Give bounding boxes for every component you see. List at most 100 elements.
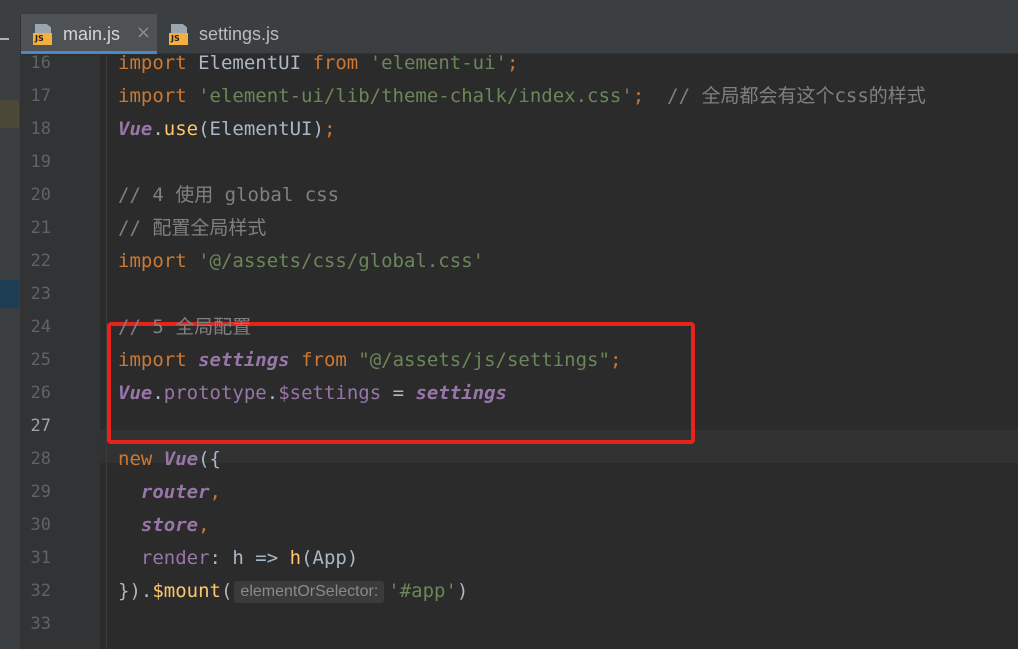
code-line[interactable]: Vue.use(ElementUI); [118, 113, 335, 146]
code-token: 'element-ui' [369, 55, 507, 74]
code-token: settings [198, 349, 290, 371]
code-line[interactable]: // 配置全局样式 [118, 212, 266, 245]
code-token: import [118, 55, 187, 74]
js-file-icon: JS [169, 23, 190, 45]
code-token: . [152, 382, 164, 404]
minimize-dash-icon[interactable] [0, 38, 9, 40]
code-token: $mount [152, 580, 221, 602]
code-line[interactable]: store, [118, 509, 210, 542]
code-token: ({ [198, 448, 221, 470]
code-token: "@/assets/js/settings" [358, 349, 610, 371]
code-token: ; [506, 55, 519, 74]
tab-label: main.js [63, 23, 121, 44]
code-token: , [198, 514, 210, 536]
code-token: use [163, 118, 199, 140]
code-line[interactable]: import 'element-ui/lib/theme-chalk/index… [118, 80, 926, 113]
code-line[interactable]: new Vue({ [118, 443, 221, 476]
code-token: ( [220, 580, 233, 602]
code-line[interactable]: import ElementUI from 'element-ui'; [118, 55, 518, 80]
tab-label: settings.js [199, 23, 280, 44]
code-token: import [118, 250, 187, 272]
code-editor[interactable]: import ElementUI from 'element-ui'; impor… [100, 55, 1018, 649]
code-token: render [140, 547, 210, 569]
code-token: // 全局都会有这个css的样式 [667, 85, 926, 107]
js-file-icon: JS [33, 23, 54, 45]
code-token: // 4 使用 global css [118, 184, 340, 206]
code-token: Vue [163, 448, 199, 470]
line-number-gutter[interactable]: 16 17 18 19 20 21 22 23 24 25 26 27 28 29 30 31 32 33 [21, 53, 115, 649]
code-token: import [118, 85, 187, 107]
line-number: 22 [30, 251, 51, 271]
code-token: '#app' [388, 580, 457, 602]
code-token: from [312, 55, 359, 74]
code-token: . [266, 382, 279, 404]
code-token: settings [415, 382, 507, 404]
line-number: 21 [30, 218, 51, 238]
line-number: 19 [30, 152, 51, 172]
code-line[interactable]: Vue.prototype.$settings = settings [118, 377, 507, 410]
code-token: ; [609, 349, 622, 371]
code-token: . [152, 118, 164, 140]
code-token: new [118, 448, 153, 470]
line-number: 18 [30, 119, 51, 139]
code-token: (ElementUI) [198, 118, 324, 140]
code-token: ; [632, 85, 645, 107]
code-token: ElementUI [186, 55, 313, 74]
code-line[interactable]: router, [118, 476, 221, 509]
editor-tab-bar: JS main.js × JS settings.js [21, 14, 1018, 54]
code-line[interactable]: // 4 使用 global css [118, 179, 339, 212]
code-token: Vue [118, 118, 153, 140]
tool-strip-marker [0, 100, 19, 128]
code-token: : h => [209, 547, 290, 569]
code-line[interactable]: render: h => h(App) [118, 542, 358, 575]
code-token: // 配置全局样式 [118, 217, 267, 239]
window-top-strip [0, 0, 1018, 14]
code-line[interactable]: // 5 全局配置 [118, 311, 251, 344]
close-tab-icon[interactable]: × [136, 22, 151, 43]
line-number: 28 [30, 449, 51, 469]
code-token: ; [323, 118, 336, 140]
line-number: 25 [30, 350, 51, 370]
left-tool-strip [0, 14, 21, 649]
code-token: prototype [163, 382, 267, 404]
code-token: $settings [278, 382, 382, 404]
code-token: Vue [118, 382, 153, 404]
code-line[interactable]: }).$mount(elementOrSelector: '#app') [118, 575, 468, 608]
code-token: router [140, 481, 210, 503]
code-token: store [140, 514, 199, 536]
line-number: 26 [30, 383, 51, 403]
code-token: // 5 全局配置 [118, 316, 252, 338]
code-token: '@/assets/css/global.css' [198, 250, 485, 272]
line-number: 16 [30, 53, 51, 73]
line-number: 32 [30, 581, 51, 601]
line-number: 24 [30, 317, 51, 337]
tool-strip-marker-selected [0, 280, 19, 308]
code-token: 'element-ui/lib/theme-chalk/index.css' [198, 85, 633, 107]
parameter-hint: elementOrSelector: [234, 581, 385, 603]
tab-settings-js[interactable]: JS settings.js [157, 14, 283, 54]
code-token: (App) [301, 547, 359, 569]
line-number: 20 [30, 185, 51, 205]
code-token: }). [118, 580, 153, 602]
line-number: 23 [30, 284, 51, 304]
line-number: 33 [30, 614, 51, 634]
line-number: 31 [30, 548, 51, 568]
code-line[interactable]: import '@/assets/css/global.css' [118, 245, 484, 278]
code-token: import [118, 349, 187, 371]
code-token: from [301, 349, 347, 371]
code-token: = [381, 382, 416, 404]
line-number: 29 [30, 482, 51, 502]
code-token: ) [456, 580, 469, 602]
code-line[interactable]: import settings from "@/assets/js/settin… [118, 344, 621, 377]
line-number: 27 [30, 416, 51, 436]
